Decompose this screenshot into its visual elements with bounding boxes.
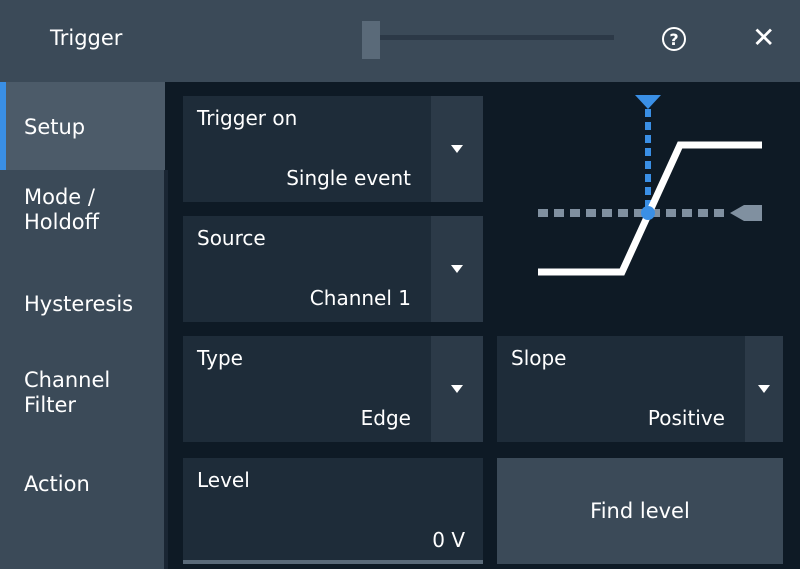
title-bar: Trigger ? ✕ [0,0,800,82]
sidebar-item-label: Setup [24,115,86,139]
transparency-slider-handle[interactable] [362,21,380,59]
find-level-button[interactable]: Find level [497,458,783,564]
field-value: Positive [647,406,725,430]
sidebar: Setup Mode / Holdoff Hysteresis Channel … [0,82,165,569]
slope-dropdown[interactable]: Slope Positive [497,336,783,442]
sidebar-item-label: Filter [24,393,77,417]
sidebar-item-label: Action [24,472,90,496]
level-input[interactable]: Level 0 V [183,458,483,564]
field-value: 0 V [432,528,465,552]
field-value: Single event [286,166,411,190]
sidebar-divider [164,170,168,569]
transparency-slider-track[interactable] [362,35,614,40]
sidebar-item-hysteresis[interactable]: Hysteresis [0,292,165,332]
level-input-underline [183,560,483,564]
sidebar-item-setup[interactable]: Setup [0,82,165,170]
chevron-down-icon[interactable] [431,336,483,442]
field-value: Channel 1 [309,286,411,310]
sidebar-item-label: Channel [24,368,111,392]
window-title: Trigger [50,26,123,50]
field-label: Level [197,468,250,492]
trigger-point [641,206,655,220]
source-dropdown[interactable]: Source Channel 1 [183,216,483,322]
field-label: Source [197,226,266,250]
close-icon[interactable]: ✕ [752,22,775,54]
sidebar-item-label: Mode / [24,185,95,209]
type-dropdown[interactable]: Type Edge [183,336,483,442]
chevron-down-icon[interactable] [745,336,783,442]
edge-trigger-diagram-icon [538,95,762,276]
sidebar-item-label: Hysteresis [24,292,134,316]
field-label: Trigger on [197,106,298,130]
field-label: Type [197,346,243,370]
trigger-position-marker [635,95,661,109]
sidebar-item-channel-filter[interactable]: Channel Filter [0,368,165,438]
sidebar-item-action[interactable]: Action [0,472,165,512]
trigger-on-dropdown[interactable]: Trigger on Single event [183,96,483,202]
trigger-level-marker [730,205,762,221]
sidebar-item-mode-holdoff[interactable]: Mode / Holdoff [0,185,165,255]
field-label: Slope [511,346,567,370]
chevron-down-icon[interactable] [431,216,483,322]
help-icon[interactable]: ? [662,27,686,51]
sidebar-item-label: Holdoff [24,210,100,234]
chevron-down-icon[interactable] [431,96,483,202]
field-value: Edge [360,406,411,430]
